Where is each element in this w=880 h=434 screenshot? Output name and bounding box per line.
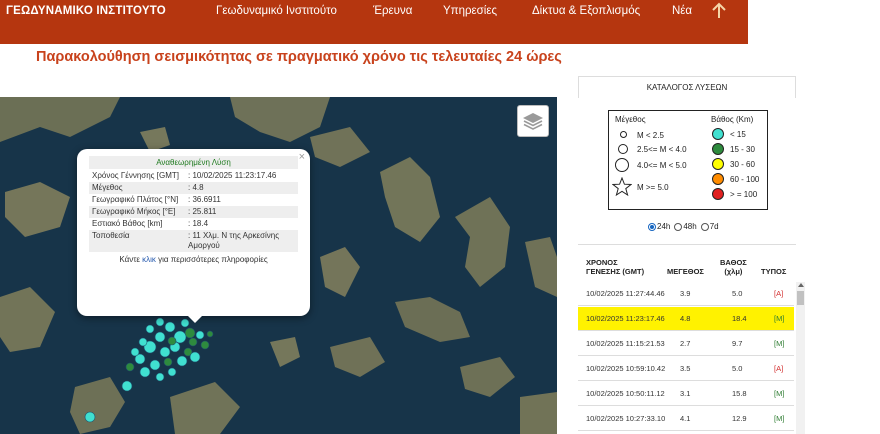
legend-magnitude-header: Μέγεθος <box>615 115 646 124</box>
cell-time: 10/02/2025 11:15:21.53 <box>586 339 665 348</box>
depth-15-30-swatch <box>712 143 724 155</box>
earthquake-table: ΧΡΟΝΟΣ ΓΕΝΕΣΗΣ (GMT) ΜΕΓΕΘΟΣ ΒΑΘΟΣ (χλμ) Τ… <box>578 244 796 434</box>
map-layers-button[interactable] <box>517 105 549 137</box>
cell-depth: 9.7 <box>732 339 743 348</box>
cell-type: [M] <box>774 389 785 398</box>
popup-footer: Κάντε κλικ για περισσότερες πληροφορίες <box>119 255 268 264</box>
cell-time: 10/02/2025 10:27:33.10 <box>586 414 666 423</box>
table-row[interactable]: 10/02/2025 10:27:33.10 4.1 12.9 [M] <box>578 407 794 431</box>
col-type[interactable]: ΤΥΠΟΣ <box>761 267 786 276</box>
col-magnitude[interactable]: ΜΕΓΕΘΟΣ <box>667 267 704 276</box>
magnitude-large-icon <box>615 158 629 172</box>
table-scrollbar[interactable] <box>796 282 805 434</box>
top-navigation-bar: ΓΕΩΔΥΝΑΜΙΚΟ ΙΝΣΤΙΤΟΥΤΟ Γεωδυναμικό Ινστι… <box>0 0 748 44</box>
table-row[interactable]: 10/02/2025 10:59:10.42 3.5 5.0 [A] <box>578 357 794 381</box>
scroll-up-arrow-icon[interactable] <box>798 283 804 287</box>
radio-24h[interactable] <box>648 222 656 231</box>
scroll-to-top-arrow-icon[interactable] <box>710 2 728 20</box>
popup-title: Αναθεωρημένη Λύση <box>89 156 298 169</box>
cell-type: [M] <box>774 314 785 323</box>
cell-time: 10/02/2025 10:59:10.42 <box>586 364 666 373</box>
page-title: Παρακολούθηση σεισμικότητας σε πραγματικ… <box>36 49 562 65</box>
table-row[interactable]: 10/02/2025 10:50:11.12 3.1 15.8 [M] <box>578 382 794 406</box>
cell-time: 10/02/2025 11:23:17.46 <box>586 314 665 323</box>
cell-depth: 5.0 <box>732 364 743 373</box>
popup-row-magnitude: Μέγεθος : 4.8 <box>89 182 298 194</box>
nav-link-news[interactable]: Νέα <box>672 0 692 22</box>
legend-depth-header: Βάθος (Km) <box>711 115 754 124</box>
earthquake-info-popup: × Αναθεωρημένη Λύση Χρόνος Γέννησης [GMT… <box>77 149 310 323</box>
popup-pointer <box>187 315 203 323</box>
popup-row-latitude: Γεωγραφικό Πλάτος [°N] : 36.6911 <box>92 195 221 204</box>
cell-depth: 15.8 <box>732 389 747 398</box>
table-header: ΧΡΟΝΟΣ ΓΕΝΕΣΗΣ (GMT) ΜΕΓΕΘΟΣ ΒΑΘΟΣ (χλμ) Τ… <box>578 254 796 284</box>
cell-depth: 12.9 <box>732 414 747 423</box>
catalog-title: ΚΑΤΑΛΟΓΟΣ ΛΥΣΕΩΝ <box>578 76 796 98</box>
popup-close-button[interactable]: × <box>299 151 305 163</box>
nav-link-institute[interactable]: Γεωδυναμικό Ινστιτούτο <box>216 0 337 22</box>
legend-box: Μέγεθος Βάθος (Km) M < 2.5 2.5<= M < 4.0… <box>608 110 768 210</box>
nav-link-services[interactable]: Υπηρεσίες <box>443 0 497 22</box>
cell-type: [M] <box>774 414 785 423</box>
cell-type: [M] <box>774 339 785 348</box>
nav-link-research[interactable]: Έρευνα <box>373 0 412 22</box>
table-row[interactable]: 10/02/2025 11:23:17.46 4.8 18.4 [M] <box>578 307 794 331</box>
cell-depth: 18.4 <box>732 314 747 323</box>
period-selector: 24h 48h 7d <box>648 222 723 231</box>
depth-gte100-swatch <box>712 188 724 200</box>
popup-row-origin-time: Χρόνος Γέννησης [GMT] : 10/02/2025 11:23… <box>92 171 277 180</box>
catalog-panel: ΚΑΤΑΛΟΓΟΣ ΛΥΣΕΩΝ Μέγεθος Βάθος (Km) M < … <box>578 76 796 231</box>
magnitude-medium-icon <box>618 144 628 154</box>
magnitude-star-icon <box>612 177 632 197</box>
depth-lt15-swatch <box>712 128 724 140</box>
scroll-thumb[interactable] <box>797 291 804 305</box>
cell-depth: 5.0 <box>732 289 743 298</box>
radio-48h[interactable] <box>674 222 683 231</box>
cell-mag: 4.8 <box>680 314 691 323</box>
popup-more-info-link[interactable]: κλικ <box>142 255 156 264</box>
magnitude-small-icon <box>620 131 627 138</box>
cell-mag: 2.7 <box>680 339 691 348</box>
col-depth[interactable]: ΒΑΘΟΣ (χλμ) <box>720 258 747 276</box>
brand-logo-text[interactable]: ΓΕΩΔΥΝΑΜΙΚΟ ΙΝΣΤΙΤΟΥΤΟ <box>6 0 166 22</box>
table-row[interactable]: 10/02/2025 11:15:21.53 2.7 9.7 [M] <box>578 332 794 356</box>
depth-60-100-swatch <box>712 173 724 185</box>
popup-row-longitude: Γεωγραφικό Μήκος [°E] : 25.811 <box>89 206 298 218</box>
depth-30-60-swatch <box>712 158 724 170</box>
cell-time: 10/02/2025 11:27:44.46 <box>586 289 665 298</box>
cell-mag: 3.5 <box>680 364 691 373</box>
popup-row-location: Τοποθεσία : 11 Χλμ. Ν της Αρκεσίνης Αμορ… <box>89 230 298 252</box>
nav-link-networks[interactable]: Δίκτυα & Εξοπλισμός <box>532 0 640 22</box>
cell-type: [A] <box>774 364 784 373</box>
cell-mag: 4.1 <box>680 414 691 423</box>
table-row[interactable]: 10/02/2025 11:27:44.46 3.9 5.0 [A] <box>578 282 794 306</box>
popup-row-depth: Εστιακό Βάθος [km] : 18.4 <box>92 219 209 228</box>
layers-icon <box>523 113 543 130</box>
cell-mag: 3.9 <box>680 289 691 298</box>
cell-mag: 3.1 <box>680 389 691 398</box>
radio-7d[interactable] <box>700 222 709 231</box>
cell-time: 10/02/2025 10:50:11.12 <box>586 389 665 398</box>
cell-type: [A] <box>774 289 784 298</box>
col-time[interactable]: ΧΡΟΝΟΣ ΓΕΝΕΣΗΣ (GMT) <box>586 258 644 276</box>
